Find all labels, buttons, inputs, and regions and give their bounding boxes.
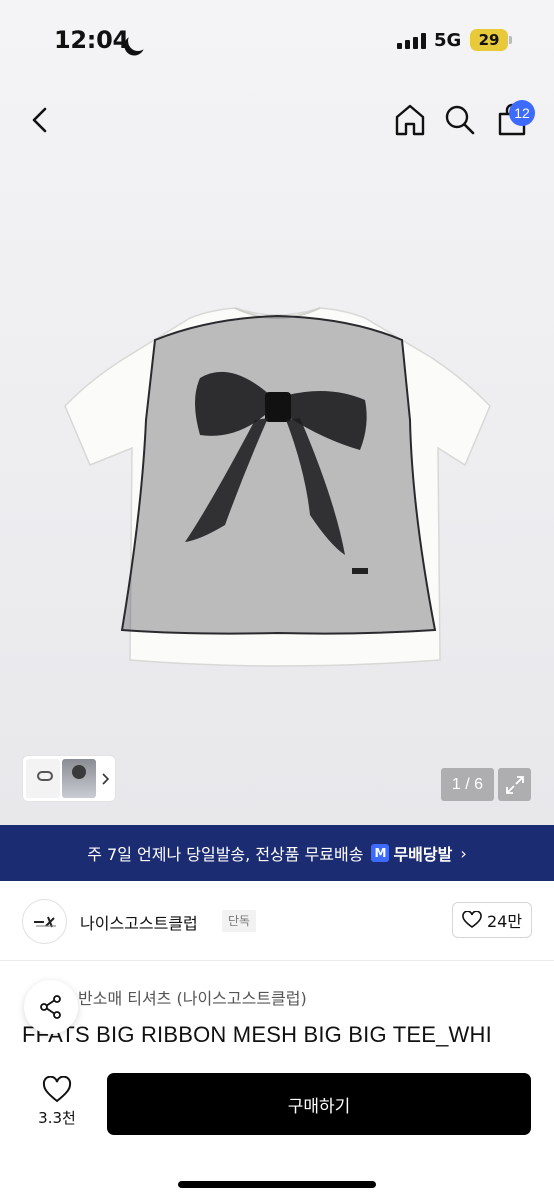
wishlist-button[interactable]: 3.3천 — [30, 1076, 84, 1136]
chevron-right-icon: › — [460, 843, 467, 863]
brand-row[interactable]: 나이스고스트클럽 단독 24만 — [0, 881, 554, 961]
home-button[interactable] — [390, 100, 430, 140]
thumbnail-1[interactable] — [26, 759, 60, 798]
wishlist-count: 3.3천 — [38, 1109, 76, 1127]
brand-like-button[interactable]: 24만 — [452, 902, 532, 938]
battery-tip — [509, 36, 512, 44]
back-button[interactable] — [20, 100, 60, 140]
status-time: 12:04 — [54, 26, 129, 54]
home-icon — [395, 104, 425, 136]
promo-brand: 무배당발 — [393, 845, 453, 864]
promo-text: 주 7일 언제나 당일발송, 전상품 무료배송 — [87, 845, 364, 864]
thumbnail-strip[interactable] — [22, 755, 116, 802]
bottom-action-bar: 3.3천 구매하기 — [0, 1058, 554, 1200]
share-button[interactable] — [24, 980, 78, 1034]
battery-level: 29 — [478, 31, 500, 49]
thumbnail-2[interactable] — [62, 759, 96, 798]
heart-icon — [462, 911, 482, 928]
brand-logo[interactable] — [22, 899, 67, 944]
promo-badge-icon: M — [371, 844, 390, 862]
back-icon — [32, 107, 47, 133]
network-label: 5G — [434, 30, 462, 51]
expand-icon — [505, 775, 524, 794]
search-icon — [445, 105, 475, 135]
chevron-right-icon[interactable] — [98, 769, 112, 789]
page-counter: 1 / 6 — [441, 768, 494, 801]
battery-icon: 29 — [470, 29, 508, 51]
status-bar: 12:04 5G 29 — [0, 0, 554, 84]
product-name: FFATS BIG RIBBON MESH BIG BIG TEE_WHI — [22, 1022, 492, 1047]
moon-icon — [125, 28, 151, 54]
product-category[interactable]: 반소매 티셔츠 (나이스고스트클럽) — [78, 985, 307, 1009]
product-gallery[interactable]: 12:04 5G 29 12 1 / 6 — [0, 0, 554, 825]
cart-count-badge: 12 — [509, 100, 535, 126]
product-image[interactable] — [60, 300, 495, 680]
search-button[interactable] — [440, 100, 480, 140]
signal-icon — [397, 33, 427, 49]
brand-name[interactable]: 나이스고스트클럽 — [80, 910, 198, 934]
buy-button[interactable]: 구매하기 — [107, 1073, 531, 1135]
brand-like-count: 24만 — [486, 912, 523, 931]
heart-icon — [42, 1076, 72, 1103]
expand-button[interactable] — [498, 768, 531, 801]
share-icon — [40, 995, 61, 1019]
exclusive-tag: 단독 — [222, 910, 257, 932]
home-indicator — [178, 1181, 376, 1188]
promo-banner[interactable]: 주 7일 언제나 당일발송, 전상품 무료배송 M 무배당발 › — [0, 825, 554, 881]
